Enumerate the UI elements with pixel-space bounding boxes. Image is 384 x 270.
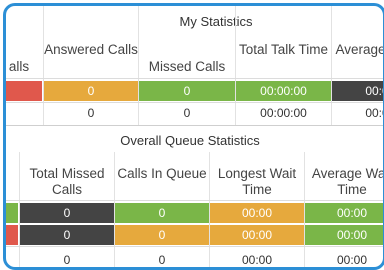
header-missed-calls: Missed Calls [148,59,226,74]
header-total-missed-calls: Total Missed Calls [29,166,105,197]
cell-longest-wait: 00:00 [210,225,304,245]
table-row: 0 0 00:00:00 00:0 [6,81,383,101]
header-calls: alls [8,59,30,74]
my-statistics-title: My Statistics [179,14,253,29]
header-average-wait-time: Average Wait Time [311,166,384,197]
my-statistics-section: My Statistics alls Answered Calls Missed… [6,6,384,128]
queue-statistics-section: Overall Queue Statistics Total Missed Ca… [6,128,384,267]
cell-total-missed: 0 [63,253,71,267]
cell-calls [6,81,42,101]
cell-talk-time: 00:00:00 [260,106,307,120]
cell-average-wait: 00:00 [336,253,368,267]
cell-total-missed: 0 [20,225,114,245]
table-row: 0 0 00:00 00:00 [6,203,383,223]
cell-average-time: 00:0 [332,81,383,101]
table-row: 0 0 00:00 00:00 [6,250,383,267]
cell-longest-wait: 00:00 [241,253,273,267]
queue-statistics-title: Overall Queue Statistics [120,133,260,148]
table-row: 0 0 00:00:00 00:0 [6,103,383,123]
cell-missed: 0 [183,106,191,120]
cell-average-wait: 00:00 [305,203,383,223]
cell-average-time: 00:0 [365,106,383,120]
cell-calls-in-queue: 0 [158,253,166,267]
table-row: 0 0 00:00 00:00 [6,225,383,245]
header-total-talk-time: Total Talk Time [238,42,329,57]
cell-longest-wait: 00:00 [210,203,304,223]
header-average-time: Average Time [335,42,384,57]
header-longest-wait-time: Longest Wait Time [217,166,297,197]
cell-talk-time: 00:00:00 [236,81,331,101]
cell-missed: 0 [139,81,235,101]
cell-answered: 0 [87,106,95,120]
cell-calls-in-queue: 0 [115,203,209,223]
cell-total-missed: 0 [20,203,114,223]
cell-average-wait: 00:00 [305,225,383,245]
stats-panel: My Statistics alls Answered Calls Missed… [3,3,384,270]
header-answered-calls: Answered Calls [44,42,138,57]
cell-answered: 0 [44,81,138,101]
cell-calls-in-queue: 0 [115,225,209,245]
header-calls-in-queue: Calls In Queue [117,166,207,181]
